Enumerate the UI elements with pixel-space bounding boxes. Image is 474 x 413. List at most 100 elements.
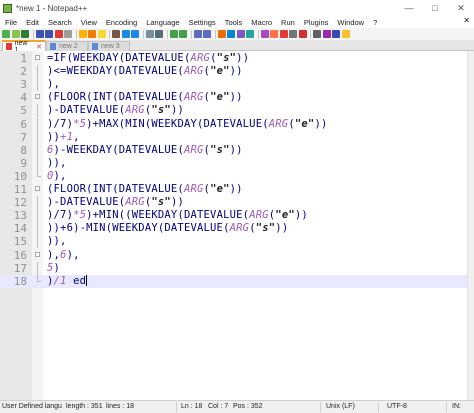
menu-view[interactable]: View — [76, 18, 101, 27]
fold-line-marker — [37, 235, 38, 249]
menu-tools[interactable]: Tools — [220, 18, 247, 27]
menu-edit[interactable]: Edit — [21, 18, 43, 27]
code-line: 13)/7)*5)+MIN((WEEKDAY(DATEVALUE(ARG("e"… — [0, 209, 467, 223]
toolbar-icon[interactable] — [193, 30, 202, 38]
toolbar-icon[interactable] — [298, 30, 307, 38]
toolbar-icon[interactable] — [97, 30, 106, 38]
code-line: 10 0), — [0, 169, 467, 183]
line-number: 14 — [13, 222, 27, 236]
toolbar-icon[interactable] — [179, 30, 187, 38]
fold-toggle-icon[interactable] — [35, 251, 40, 257]
code-text: (FLOOR(INT(DATEVALUE(ARG("e")) — [47, 91, 243, 104]
notepadpp-app-icon — [3, 3, 12, 13]
tab-new-2[interactable]: new 2 — [46, 41, 88, 51]
toolbar — [0, 28, 474, 40]
toolbar-icon[interactable] — [131, 30, 139, 38]
status-divider — [320, 402, 321, 412]
tab-bar: new 1 ✕ new 2 new 3 — [0, 40, 474, 54]
code-text: )-DATEVALUE(ARG("s")) — [47, 196, 184, 209]
code-text: )/7)*5)+MAX(MIN(WEEKDAY(DATEVALUE(ARG("e… — [47, 117, 328, 130]
toolbar-icon[interactable] — [289, 30, 297, 38]
toolbar-icon[interactable] — [322, 30, 331, 38]
toolbar-icon[interactable] — [217, 30, 226, 38]
toolbar-icon[interactable] — [227, 30, 235, 38]
line-number: 4 — [20, 91, 27, 105]
code-text: ))+1, — [47, 130, 80, 143]
fold-line-marker — [37, 196, 38, 210]
fold-toggle-icon[interactable] — [35, 94, 40, 100]
toolbar-icon[interactable] — [11, 30, 20, 38]
fold-toggle-icon[interactable] — [35, 186, 40, 191]
menu-search[interactable]: Search — [43, 18, 76, 27]
menu-run[interactable]: Run — [276, 18, 299, 27]
menu-settings[interactable]: Settings — [184, 18, 220, 27]
code-line: 2)<=WEEKDAY(DATEVALUE(ARG("e")) — [0, 65, 467, 79]
toolbar-icon[interactable] — [145, 30, 154, 38]
file-icon — [92, 43, 98, 50]
menu-window[interactable]: Window — [332, 18, 368, 27]
toolbar-icon[interactable] — [332, 30, 340, 38]
menu-help[interactable]: ? — [368, 18, 381, 27]
code-line: 15)), — [0, 235, 467, 249]
line-number: 15 — [13, 235, 27, 249]
toolbar-icon[interactable] — [45, 30, 53, 38]
code-text: ), — [47, 78, 61, 91]
fold-line-marker — [37, 130, 38, 144]
toolbar-icon[interactable] — [78, 30, 87, 38]
menu-macro[interactable]: Macro — [246, 18, 276, 27]
toolbar-icon[interactable] — [35, 30, 44, 38]
minimize-button[interactable]: — — [396, 0, 422, 16]
toolbar-icon[interactable] — [2, 30, 10, 38]
toolbar-icon[interactable] — [54, 30, 63, 38]
menu-file[interactable]: File — [0, 18, 21, 27]
toolbar-icon[interactable] — [279, 30, 288, 38]
toolbar-icon[interactable] — [260, 30, 269, 38]
menu-plugins[interactable]: Plugins — [299, 18, 333, 27]
vertical-scrollbar[interactable] — [467, 51, 474, 400]
code-line: 8 6)-WEEKDAY(DATEVALUE(ARG("s")) — [0, 143, 467, 157]
close-document-icon[interactable]: ✕ — [463, 16, 470, 25]
line-number: 11 — [13, 183, 27, 196]
status-ln: Ln : 18 — [181, 403, 203, 410]
line-number: 6 — [20, 117, 27, 131]
tab-new-1[interactable]: new 1 ✕ — [2, 40, 46, 54]
code-editor[interactable]: 1 =IF(WEEKDAY(DATEVALUE(ARG("s")) 2)<=WEEK… — [0, 51, 467, 400]
code-line: 3), — [0, 78, 467, 92]
code-text: )/1 ed — [47, 274, 88, 287]
fold-line-marker — [37, 209, 38, 223]
status-eol: Unix (LF) — [326, 403, 355, 410]
close-window-button[interactable]: ✕ — [448, 0, 474, 16]
toolbar-icon[interactable] — [112, 30, 120, 38]
toolbar-icon[interactable] — [203, 30, 211, 38]
toolbar-icon[interactable] — [236, 30, 245, 38]
toolbar-icon[interactable] — [341, 30, 350, 38]
menu-encoding[interactable]: Encoding — [101, 18, 141, 27]
toolbar-icon[interactable] — [64, 30, 72, 38]
line-number: 9 — [20, 156, 27, 170]
toolbar-separator — [32, 29, 34, 39]
code-text: (FLOOR(INT(DATEVALUE(ARG("e")) — [47, 183, 243, 195]
status-length: length : 351 — [66, 403, 103, 410]
toolbar-icon[interactable] — [246, 30, 254, 38]
code-line: 18)/1 ed — [0, 274, 467, 288]
tab-close-icon[interactable]: ✕ — [36, 43, 42, 51]
code-line: 12)-DATEVALUE(ARG("s")) — [0, 196, 467, 210]
toolbar-icon[interactable] — [155, 30, 163, 38]
tab-new-3[interactable]: new 3 — [88, 41, 130, 51]
menu-language[interactable]: Language — [141, 18, 183, 27]
status-col: Col : 7 — [208, 403, 229, 410]
code-line: 4 (FLOOR(INT(DATEVALUE(ARG("e")) — [0, 91, 467, 104]
toolbar-icon[interactable] — [121, 30, 130, 38]
toolbar-icon[interactable] — [313, 30, 321, 38]
fold-line-marker — [37, 117, 38, 131]
fold-toggle-icon[interactable] — [35, 55, 40, 60]
toolbar-icon[interactable] — [270, 30, 278, 38]
toolbar-icon[interactable] — [88, 30, 96, 38]
toolbar-icon[interactable] — [169, 30, 178, 38]
toolbar-separator — [214, 29, 216, 39]
line-number: 2 — [20, 65, 27, 79]
toolbar-icon[interactable] — [21, 30, 29, 38]
maximize-button[interactable]: □ — [422, 0, 448, 16]
toolbar-separator — [109, 29, 110, 39]
code-text: ),6), — [47, 248, 80, 261]
